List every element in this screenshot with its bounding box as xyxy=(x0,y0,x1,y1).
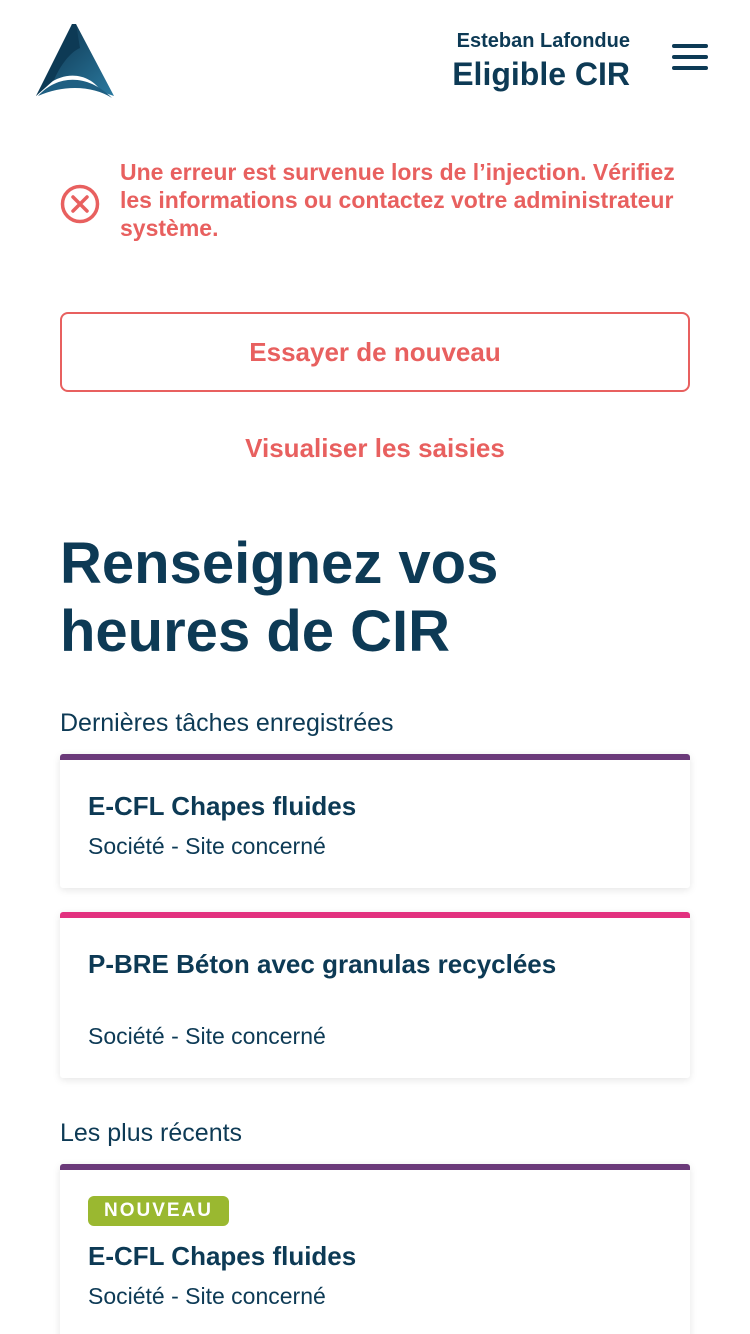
retry-button[interactable]: Essayer de nouveau xyxy=(60,312,690,392)
task-subtitle: Société - Site concerné xyxy=(88,833,326,859)
close-circle-icon xyxy=(60,184,100,224)
user-info: Esteban Lafondue Eligible CIR xyxy=(452,30,630,94)
task-card[interactable]: E-CFL Chapes fluides Société - Site conc… xyxy=(60,754,690,888)
task-title: P-BRE Béton avec granulas recyclées xyxy=(88,949,557,979)
user-status: Eligible CIR xyxy=(452,56,630,92)
task-card[interactable]: P-BRE Béton avec granulas recyclées Soci… xyxy=(60,912,690,1078)
task-title: E-CFL Chapes fluides xyxy=(88,791,357,821)
page-title: Renseignez vos heures de CIR xyxy=(60,531,499,664)
last-tasks-label: Dernières tâches enregistrées xyxy=(60,709,394,737)
app-logo[interactable] xyxy=(32,22,116,100)
hamburger-menu-icon[interactable] xyxy=(672,44,708,74)
app-header: Esteban Lafondue Eligible CIR xyxy=(0,0,750,120)
user-name: Esteban Lafondue xyxy=(456,30,630,52)
error-message: Une erreur est survenue lors de l’inject… xyxy=(120,159,675,241)
view-entries-link[interactable]: Visualiser les saisies xyxy=(60,428,690,468)
task-subtitle: Société - Site concerné xyxy=(88,1023,326,1049)
recent-label: Les plus récents xyxy=(60,1119,243,1147)
new-badge: NOUVEAU xyxy=(88,1196,230,1226)
task-subtitle: Société - Site concerné xyxy=(88,1283,326,1309)
recent-task-card[interactable]: NOUVEAU E-CFL Chapes fluides Société - S… xyxy=(60,1164,690,1334)
task-title: E-CFL Chapes fluides xyxy=(88,1241,357,1271)
